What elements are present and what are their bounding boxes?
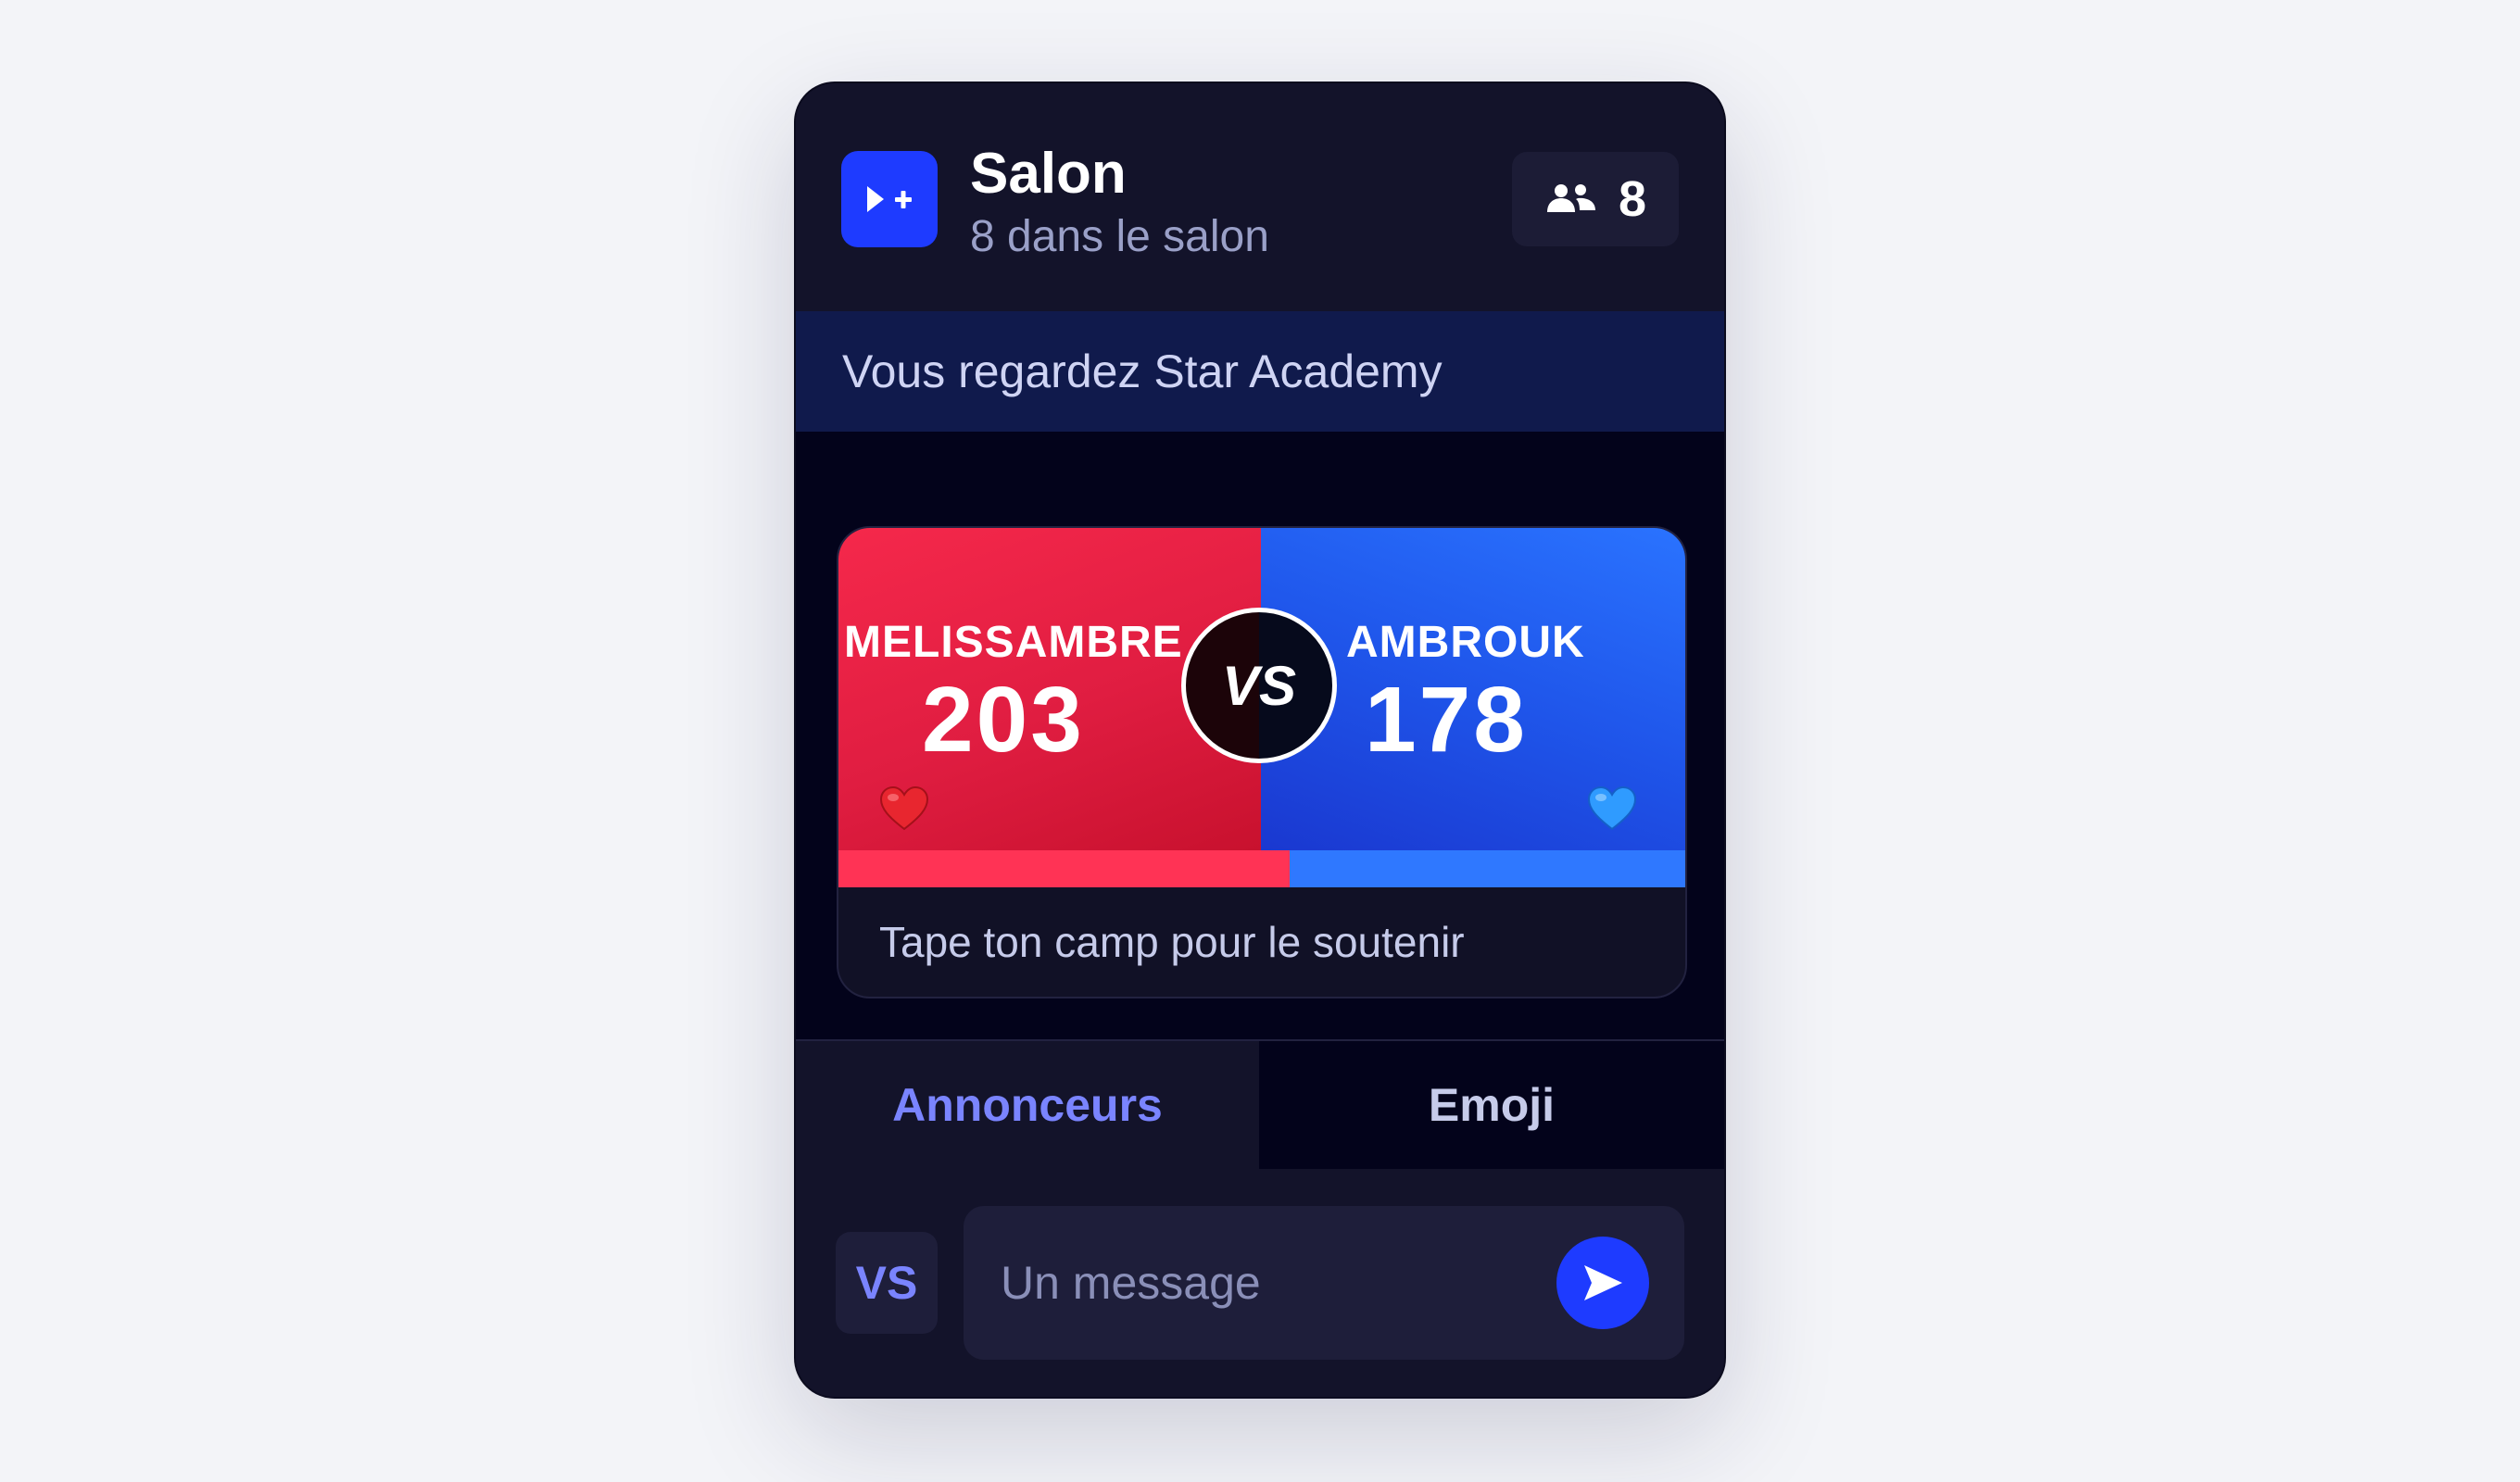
blue-heart-icon xyxy=(1587,785,1637,831)
tab-annonceurs-label: Annonceurs xyxy=(892,1079,1163,1131)
team-left-name: MELISSAMBRE xyxy=(844,618,1183,667)
send-icon xyxy=(1584,1265,1622,1300)
vs-button-label: VS xyxy=(855,1257,918,1309)
send-button[interactable] xyxy=(1556,1237,1649,1329)
battle-stage: MELISSAMBRE 203 AMBROUK 178 VS Tape ton … xyxy=(796,432,1724,1039)
team-right-score: 178 xyxy=(1365,668,1528,772)
message-input[interactable] xyxy=(964,1206,1519,1360)
member-subtitle: 8 dans le salon xyxy=(970,212,1269,261)
team-right-name: AMBROUK xyxy=(1346,618,1585,667)
play-plus-icon xyxy=(867,186,912,212)
now-watching-banner: Vous regardez Star Academy xyxy=(796,311,1724,432)
tab-emoji[interactable]: Emoji xyxy=(1259,1041,1724,1169)
salon-header: Salon 8 dans le salon 8 xyxy=(796,83,1724,311)
page-title: Salon xyxy=(970,142,1127,206)
battle-hint: Tape ton camp pour le soutenir xyxy=(838,887,1685,997)
red-heart-icon xyxy=(879,785,929,831)
tab-emoji-label: Emoji xyxy=(1428,1079,1556,1131)
users-icon xyxy=(1546,184,1595,212)
vs-label: VS xyxy=(1221,654,1297,717)
now-watching-text: Vous regardez Star Academy xyxy=(842,345,1443,397)
salon-panel: Salon 8 dans le salon 8 Vous regardez St… xyxy=(796,83,1724,1397)
members-button[interactable]: 8 xyxy=(1512,152,1679,246)
team-right-progress xyxy=(1290,850,1685,887)
message-box xyxy=(964,1206,1684,1360)
battle-hint-text: Tape ton camp pour le soutenir xyxy=(879,918,1465,966)
member-count: 8 xyxy=(1618,171,1647,227)
tab-annonceurs[interactable]: Annonceurs xyxy=(796,1041,1259,1169)
team-left-progress xyxy=(838,850,1290,887)
message-composer: VS xyxy=(796,1169,1724,1397)
app-logo xyxy=(841,151,938,247)
vs-badge: VS xyxy=(1181,608,1337,763)
team-left-score: 203 xyxy=(922,668,1085,772)
versus-card: MELISSAMBRE 203 AMBROUK 178 VS Tape ton … xyxy=(837,526,1687,998)
vs-button[interactable]: VS xyxy=(836,1232,938,1334)
